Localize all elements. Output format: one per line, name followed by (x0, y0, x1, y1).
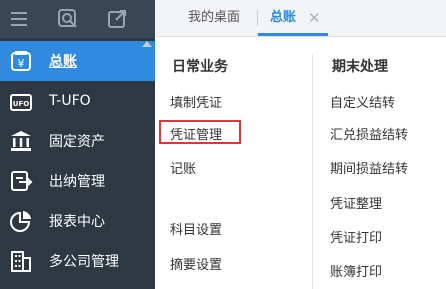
tab-general-ledger[interactable]: 总账 (270, 0, 296, 36)
sidebar: ¥ 总账 UFO T-UFO 固定资产 出纳管理 报表中心 多公司管理 (0, 0, 155, 289)
active-tab-indicator (258, 33, 328, 36)
tab-close-icon[interactable]: ✕ (308, 0, 321, 36)
pie-chart-icon (10, 211, 31, 232)
ufo-icon: UFO (10, 94, 32, 111)
sidebar-item-label: 多公司管理 (49, 254, 119, 270)
period-end-heading: 期末处理 (332, 59, 388, 75)
cashier-icon (11, 171, 33, 191)
sidebar-item-report-center[interactable]: 报表中心 (0, 201, 155, 241)
sidebar-item-cashier[interactable]: 出纳管理 (0, 161, 155, 201)
menu-icon[interactable] (8, 8, 30, 30)
menu-item-voucher-print[interactable]: 凭证打印 (330, 227, 382, 246)
column-divider (312, 54, 313, 289)
menu-item-fill-voucher[interactable]: 填制凭证 (170, 92, 222, 111)
daily-business-heading: 日常业务 (172, 59, 228, 75)
menu-item-account-settings[interactable]: 科目设置 (170, 219, 222, 238)
sidebar-toolbar (0, 0, 155, 38)
sidebar-item-label: T-UFO (49, 93, 91, 109)
sidebar-item-label: 出纳管理 (49, 174, 105, 190)
tab-my-desktop[interactable]: 我的桌面 (188, 0, 240, 36)
sidebar-item-label: 总账 (49, 54, 77, 70)
highlight-box (159, 120, 241, 144)
sidebar-item-label: 报表中心 (49, 214, 105, 230)
ledger-icon: ¥ (11, 51, 31, 71)
menu-item-bookkeeping[interactable]: 记账 (170, 158, 196, 177)
ledger-menu-panel: 日常业务 填制凭证 凭证管理 记账 科目设置 摘要设置 期末处理 自定义结转 汇… (155, 37, 446, 289)
sidebar-item-t-ufo[interactable]: UFO T-UFO (0, 81, 155, 121)
sidebar-item-general-ledger[interactable]: ¥ 总账 (0, 41, 155, 81)
collapse-arrow-icon (142, 41, 152, 47)
tab-divider (257, 10, 258, 26)
menu-item-summary-settings[interactable]: 摘要设置 (170, 254, 222, 273)
menu-item-custom-carryover[interactable]: 自定义结转 (330, 92, 395, 111)
sidebar-item-multi-company[interactable]: 多公司管理 (0, 241, 155, 281)
menu-item-exchange-gain-loss[interactable]: 汇兑损益结转 (330, 124, 408, 143)
export-icon[interactable] (107, 8, 129, 30)
menu-item-ledger-print[interactable]: 账簿打印 (330, 261, 382, 280)
sidebar-item-fixed-assets[interactable]: 固定资产 (0, 121, 155, 161)
menu-item-period-gain-loss[interactable]: 期间损益结转 (330, 158, 408, 177)
building-icon (11, 251, 31, 272)
tab-bar: 我的桌面 总账 ✕ (155, 0, 446, 37)
menu-item-voucher-organize[interactable]: 凭证整理 (330, 193, 382, 212)
svg-text:¥: ¥ (18, 57, 25, 70)
bank-icon (11, 131, 31, 151)
svg-text:UFO: UFO (13, 100, 29, 108)
search-icon[interactable] (57, 8, 79, 30)
sidebar-item-label: 固定资产 (49, 134, 105, 150)
